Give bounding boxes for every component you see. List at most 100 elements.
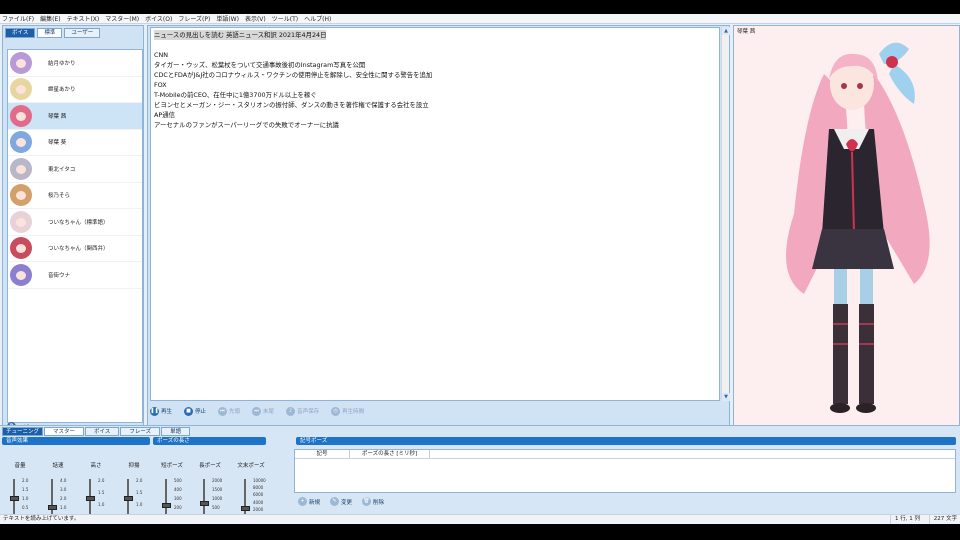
character-panel: 琴葉 茜 xyxy=(733,25,960,432)
head-button[interactable]: ⏮ 先頭 xyxy=(218,406,241,416)
slider-ticks: 2.01.51.00.5 xyxy=(98,479,104,519)
voice-name: 音街ウナ xyxy=(48,272,71,279)
save-audio-button[interactable]: ♪ 音声保存 xyxy=(286,406,319,416)
tuning-tab[interactable]: マスター xyxy=(44,427,85,436)
menu-item[interactable]: ヘルプ(H) xyxy=(304,14,331,23)
slider-knob[interactable] xyxy=(241,506,250,512)
menu-item[interactable]: ファイル(F) xyxy=(2,14,34,23)
status-message: テキストを読み上げています。 xyxy=(3,516,80,522)
voice-list-item[interactable]: ついなちゃん（標準語） xyxy=(8,209,142,236)
slider-knob[interactable] xyxy=(124,496,133,501)
menu-item[interactable]: 単語(W) xyxy=(216,14,239,23)
slider-ticks: 20001500100050080 xyxy=(212,479,222,519)
menu-item[interactable]: マスター(M) xyxy=(105,14,139,23)
text-editor-panel: ニュースの見出しを読む 英語ニュース和訳 2021年4月24日 CNN タイガー・… xyxy=(147,25,730,432)
editor-line: ビヨンセとメーガン・ジー・スタリオンの振付師、ダンスの動きを著作権で保護する会社… xyxy=(154,101,429,109)
slider-track[interactable] xyxy=(51,479,53,517)
slider[interactable]: 高さ2.01.51.00.5 xyxy=(81,461,117,521)
tail-button[interactable]: ⏭ 末尾 xyxy=(252,406,274,416)
symbol-pause-header: 記号ポーズ xyxy=(296,437,956,445)
slider-tick-label: 1.0 xyxy=(98,502,105,507)
tuning-tab[interactable]: フレーズ xyxy=(120,427,161,436)
slider-ticks: 2.01.51.00.5 xyxy=(136,479,142,519)
new-icon: + xyxy=(298,497,307,506)
stop-icon: ■ xyxy=(184,406,194,416)
slider[interactable]: 音量2.01.51.00.50.0 xyxy=(5,461,41,521)
editor-scrollbar[interactable]: ▲ ▼ xyxy=(721,27,730,401)
avatar xyxy=(10,157,32,180)
voice-name: 東北イタコ xyxy=(48,166,76,173)
avatar xyxy=(10,237,32,260)
pause-length-header: ポーズの長さ xyxy=(153,437,266,445)
voice-name: 紲星あかり xyxy=(48,87,76,94)
voice-list-item[interactable]: 琴葉 葵 xyxy=(8,130,142,156)
tab-standard[interactable]: 標準 xyxy=(37,28,63,38)
slider-track[interactable] xyxy=(203,479,205,517)
slider-track[interactable] xyxy=(244,479,246,517)
slider-tick-label: 1500 xyxy=(212,487,223,492)
slider-tick-label: 10000 xyxy=(253,478,266,483)
slider-label: 長ポーズ xyxy=(199,463,221,469)
menu-item[interactable]: フレーズ(P) xyxy=(178,14,210,23)
new-button[interactable]: + 新規 xyxy=(298,497,320,506)
slider-knob[interactable] xyxy=(200,501,209,507)
avatar xyxy=(10,51,32,74)
tab-user[interactable]: ユーザー xyxy=(64,28,101,38)
voice-list-item[interactable]: 桜乃そら xyxy=(8,183,142,209)
status-bar: テキストを読み上げています。 1 行, 1 列 227 文字 xyxy=(0,514,960,524)
new-label: 新規 xyxy=(309,499,321,506)
slider-tick-label: 200 xyxy=(174,505,182,510)
slider[interactable]: 短ポーズ500400300200100 xyxy=(157,461,193,521)
voice-list-item[interactable]: 結月ゆかり xyxy=(8,50,142,77)
cursor-position: 1 行, 1 列 xyxy=(890,515,920,524)
play-label: 再生 xyxy=(161,409,173,415)
skip-forward-icon: ⏭ xyxy=(252,406,262,416)
slider-tick-label: 1.5 xyxy=(98,490,105,495)
head-label: 先頭 xyxy=(229,409,241,415)
voice-list: 結月ゆかり紲星あかり琴葉 茜琴葉 葵東北イタコ桜乃そら ついなちゃん（標準語） つい… xyxy=(7,49,143,423)
voice-list-item[interactable]: 音街ウナ xyxy=(8,262,142,289)
slider[interactable]: 文末ポーズ1000080006000400020000 xyxy=(236,461,272,521)
symbol-pause-table[interactable]: 記号 ポーズの長さ [ミリ秒] xyxy=(294,449,956,493)
play-time-button[interactable]: ◷ 再生時間 xyxy=(331,406,364,416)
slider-tick-label: 1.0 xyxy=(136,502,143,507)
character-count: 227 文字 xyxy=(928,515,957,524)
slider-tick-label: 2.0 xyxy=(22,478,29,483)
edit-button[interactable]: ✎ 変更 xyxy=(330,497,352,506)
voice-list-item[interactable]: 琴葉 茜 xyxy=(8,103,142,130)
play-button[interactable]: ❚❚ 再生 xyxy=(150,406,173,416)
slider-knob[interactable] xyxy=(48,504,57,510)
stop-button[interactable]: ■ 停止 xyxy=(184,406,206,416)
slider-tick-label: 4.0 xyxy=(60,478,67,483)
scroll-up-icon[interactable]: ▲ xyxy=(722,27,730,35)
slider-knob[interactable] xyxy=(162,502,171,508)
voice-list-item[interactable]: 東北イタコ xyxy=(8,156,142,183)
slider-tick-label: 2000 xyxy=(212,478,223,483)
menu-item[interactable]: ツール(T) xyxy=(272,14,298,23)
slider-knob[interactable] xyxy=(86,496,95,501)
slider-knob[interactable] xyxy=(10,496,19,501)
menu-item[interactable]: 編集(E) xyxy=(40,14,60,23)
slider[interactable]: 長ポーズ20001500100050080 xyxy=(195,461,231,521)
slider-tick-label: 8000 xyxy=(253,485,264,491)
slider-tick-label: 2.0 xyxy=(98,478,105,483)
slider-track[interactable] xyxy=(165,479,167,517)
menu-item[interactable]: ボイス(O) xyxy=(145,14,172,23)
text-editor[interactable]: ニュースの見出しを読む 英語ニュース和訳 2021年4月24日 CNN タイガー・… xyxy=(150,27,720,401)
slider-tick-label: 2.0 xyxy=(136,478,143,483)
voice-name: ついなちゃん（関西弁） xyxy=(48,246,109,253)
slider-tick-label: 500 xyxy=(212,505,220,510)
tuning-tab[interactable]: 単語 xyxy=(161,427,191,436)
voice-list-item[interactable]: 紲星あかり xyxy=(8,77,142,103)
scroll-down-icon[interactable]: ▼ xyxy=(722,393,730,401)
voice-list-item[interactable]: ついなちゃん（関西弁） xyxy=(8,236,142,262)
tuning-tab[interactable]: ボイス xyxy=(85,427,120,436)
slider[interactable]: 抑揚2.01.51.00.5 xyxy=(119,461,155,521)
voice-tabs: ボイス 標準 ユーザー xyxy=(3,26,143,38)
menu-item[interactable]: 表示(V) xyxy=(245,14,266,23)
slider-ticks: 1000080006000400020000 xyxy=(253,479,266,519)
symbol-column-header: 記号 xyxy=(295,450,350,458)
delete-button[interactable]: 🗑 削除 xyxy=(362,497,384,506)
menu-item[interactable]: テキスト(X) xyxy=(67,14,100,23)
slider[interactable]: 話速4.03.02.01.00.5 xyxy=(43,461,79,521)
